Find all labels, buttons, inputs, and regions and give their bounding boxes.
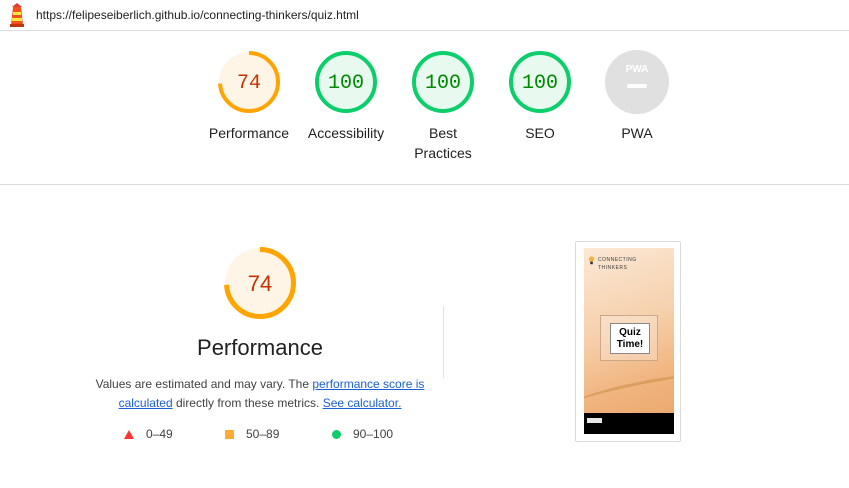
- legend-average: 50–89: [225, 427, 279, 441]
- gauge-performance-ring: 74: [218, 51, 280, 113]
- gauge-seo[interactable]: 100 SEO: [490, 49, 590, 143]
- gauge-pwa[interactable]: PWA PWA: [587, 49, 687, 143]
- triangle-icon: [124, 429, 134, 439]
- legend-pass-range: 90–100: [353, 427, 394, 441]
- lightbulb-icon: [588, 256, 595, 265]
- legend-fail: 0–49: [124, 427, 173, 441]
- quiz-line-1: Quiz: [619, 327, 641, 338]
- square-icon: [225, 429, 234, 439]
- divider: [443, 306, 444, 378]
- gauge-pwa-badge-text: PWA: [626, 64, 649, 75]
- see-calculator-link[interactable]: See calculator.: [323, 396, 402, 410]
- category-gauges: 74 Performance 100 Accessibility 100 Bes…: [0, 31, 849, 185]
- legend-pass: 90–100: [332, 427, 393, 441]
- gauge-performance-score: 74: [237, 72, 261, 95]
- lighthouse-icon: [10, 3, 24, 27]
- pwa-badge-icon: PWA: [605, 50, 669, 114]
- quiz-line-2: Time!: [616, 339, 644, 350]
- screenshot-brand: CONNECTING THINKERS: [598, 256, 637, 272]
- quiz-card: Quiz Time!: [600, 315, 658, 361]
- url-bar: https://felipeseiberlich.github.io/conne…: [0, 0, 849, 31]
- gauge-performance-label: Performance: [208, 125, 290, 141]
- gauge-best-practices-label: Best Practices: [414, 125, 472, 161]
- legend-average-range: 50–89: [246, 427, 280, 441]
- gauge-accessibility[interactable]: 100 Accessibility: [296, 49, 396, 143]
- gauge-seo-ring: 100: [509, 51, 571, 113]
- gauge-accessibility-ring: 100: [315, 51, 377, 113]
- screenshot-background: CONNECTING THINKERS Quiz Time!: [584, 248, 674, 413]
- performance-score-large: 74: [248, 271, 272, 296]
- brand-line-1: CONNECTING: [598, 257, 637, 263]
- page-url[interactable]: https://felipeseiberlich.github.io/conne…: [36, 8, 359, 22]
- desc-text-1: Values are estimated and may vary. The: [95, 377, 313, 391]
- gauge-best-practices-ring: 100: [412, 51, 474, 113]
- final-screenshot[interactable]: CONNECTING THINKERS Quiz Time!: [575, 241, 681, 442]
- circle-icon: [332, 429, 341, 439]
- gauge-seo-label: SEO: [525, 125, 555, 141]
- screenshot-footer-button: [587, 418, 602, 423]
- screenshot-phone: CONNECTING THINKERS Quiz Time!: [584, 248, 674, 434]
- gauge-performance[interactable]: 74 Performance: [199, 49, 299, 143]
- performance-summary: 74 Performance Values are estimated and …: [90, 245, 430, 413]
- performance-gauge-large: 74: [224, 247, 296, 319]
- gauge-accessibility-label: Accessibility: [307, 125, 385, 141]
- desc-text-2: directly from these metrics.: [172, 396, 323, 410]
- gauge-pwa-label: PWA: [621, 125, 653, 141]
- brand-line-2: THINKERS: [598, 265, 628, 271]
- rope-decoration: [584, 370, 674, 410]
- gauge-accessibility-score: 100: [328, 72, 364, 95]
- legend-fail-range: 0–49: [146, 427, 173, 441]
- performance-description: Values are estimated and may vary. The p…: [90, 375, 430, 413]
- quiz-button: Quiz Time!: [610, 323, 650, 354]
- performance-title: Performance: [197, 335, 323, 360]
- gauge-best-practices[interactable]: 100 Best Practices: [393, 49, 493, 163]
- gauge-best-practices-score: 100: [425, 72, 461, 95]
- gauge-seo-score: 100: [522, 72, 558, 95]
